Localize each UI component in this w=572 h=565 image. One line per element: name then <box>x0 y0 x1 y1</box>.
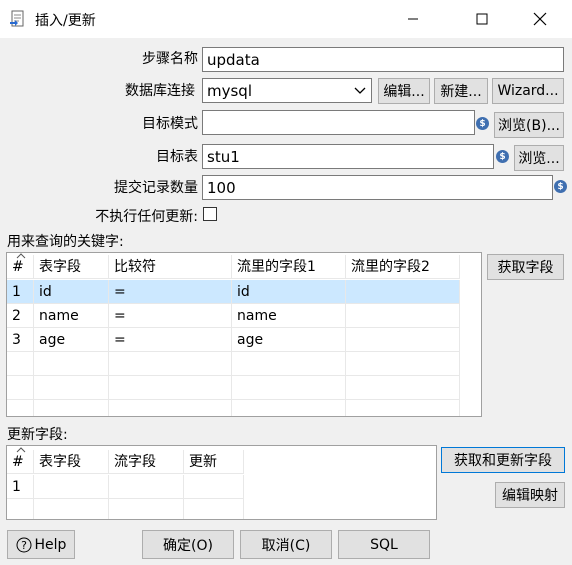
update-table[interactable]: # 表字段 流字段 更新 1 <box>6 445 437 520</box>
table-field-cell[interactable]: id <box>34 280 109 304</box>
comparator-cell[interactable]: = <box>109 280 232 304</box>
row-number: 2 <box>7 304 34 328</box>
maximize-icon <box>476 13 488 25</box>
connection-label: 数据库连接 <box>125 83 195 99</box>
close-button[interactable] <box>517 0 563 38</box>
table-field-cell[interactable]: age <box>34 328 109 352</box>
stream-field2-cell[interactable] <box>346 304 460 328</box>
ok-button[interactable]: 确定(O) <box>142 530 234 559</box>
keys-table[interactable]: # 表字段 比较符 流里的字段1 流里的字段2 1 id = id 2 name… <box>6 252 482 417</box>
help-icon: ? <box>16 537 32 552</box>
edit-connection-button[interactable]: 编辑... <box>378 78 430 104</box>
table-header: # 表字段 流字段 更新 <box>7 450 436 474</box>
stream-field2-cell[interactable] <box>346 328 460 352</box>
column-header: 更新 <box>184 450 244 474</box>
schema-input[interactable] <box>202 110 475 135</box>
window-title: 插入/更新 <box>35 13 96 29</box>
column-header: # <box>7 450 34 474</box>
table-row[interactable]: 1 <box>7 475 436 499</box>
connection-value: mysql <box>207 82 252 100</box>
variable-icon: $ <box>476 117 489 130</box>
stream-field1-cell[interactable]: name <box>232 304 346 328</box>
table-row[interactable]: 1 id = id <box>7 280 481 304</box>
wizard-button[interactable]: Wizard... <box>492 78 564 104</box>
column-header: 表字段 <box>34 255 109 279</box>
minimize-button[interactable] <box>390 0 436 38</box>
empty-row <box>7 352 481 376</box>
sort-up-icon <box>16 253 26 259</box>
comparator-cell[interactable]: = <box>109 328 232 352</box>
schema-browse-button[interactable]: 浏览(B)... <box>494 112 564 138</box>
no-update-label: 不执行任何更新: <box>95 209 198 225</box>
commit-input[interactable]: 100 <box>202 175 553 200</box>
column-header: 流里的字段1 <box>232 255 346 279</box>
variable-icon: $ <box>554 180 567 193</box>
new-connection-button[interactable]: 新建... <box>434 78 488 104</box>
comparator-cell[interactable]: = <box>109 304 232 328</box>
sql-button[interactable]: SQL <box>338 530 430 559</box>
minimize-icon <box>408 18 418 20</box>
empty-row <box>7 400 481 416</box>
table-input[interactable]: stu1 <box>202 144 494 169</box>
update-flag-cell[interactable] <box>184 475 244 499</box>
empty-row <box>7 376 481 400</box>
column-header: 流里的字段2 <box>346 255 460 279</box>
cancel-button[interactable]: 取消(C) <box>240 530 332 559</box>
edit-mapping-button[interactable]: 编辑映射 <box>495 482 565 508</box>
row-number: 1 <box>7 280 34 304</box>
sort-up-icon <box>16 447 26 453</box>
commit-label: 提交记录数量 <box>114 180 198 196</box>
table-label: 目标表 <box>156 149 198 165</box>
stream-field2-cell[interactable] <box>346 280 460 304</box>
table-row[interactable]: 3 age = age <box>7 328 481 352</box>
help-button[interactable]: ? Help <box>7 530 75 559</box>
column-header: 流字段 <box>109 450 184 474</box>
table-header: # 表字段 比较符 流里的字段1 流里的字段2 <box>7 255 481 279</box>
stream-field-cell[interactable] <box>109 475 184 499</box>
column-header: 比较符 <box>109 255 232 279</box>
column-header: 表字段 <box>34 450 109 474</box>
close-icon <box>533 12 547 26</box>
get-update-fields-button[interactable]: 获取和更新字段 <box>441 447 565 473</box>
schema-label: 目标模式 <box>142 116 198 132</box>
row-number: 1 <box>7 475 34 499</box>
keys-section-label: 用来查询的关键字: <box>7 234 124 250</box>
svg-text:?: ? <box>21 539 27 552</box>
maximize-button[interactable] <box>459 0 505 38</box>
step-name-input[interactable]: updata <box>202 47 564 72</box>
chevron-down-icon <box>354 87 366 94</box>
help-label: Help <box>34 536 67 553</box>
variable-icon: $ <box>496 150 509 163</box>
get-fields-button[interactable]: 获取字段 <box>487 254 564 280</box>
table-field-cell[interactable]: name <box>34 304 109 328</box>
stream-field1-cell[interactable]: id <box>232 280 346 304</box>
table-browse-button[interactable]: 浏览... <box>514 145 564 171</box>
stream-field1-cell[interactable]: age <box>232 328 346 352</box>
table-field-cell[interactable] <box>34 475 109 499</box>
row-number: 3 <box>7 328 34 352</box>
empty-row <box>7 499 436 519</box>
app-icon <box>10 10 24 27</box>
update-section-label: 更新字段: <box>7 427 68 443</box>
step-name-label: 步骤名称 <box>142 51 198 67</box>
connection-select[interactable]: mysql <box>202 78 372 103</box>
table-row[interactable]: 2 name = name <box>7 304 481 328</box>
no-update-checkbox[interactable] <box>203 207 217 221</box>
